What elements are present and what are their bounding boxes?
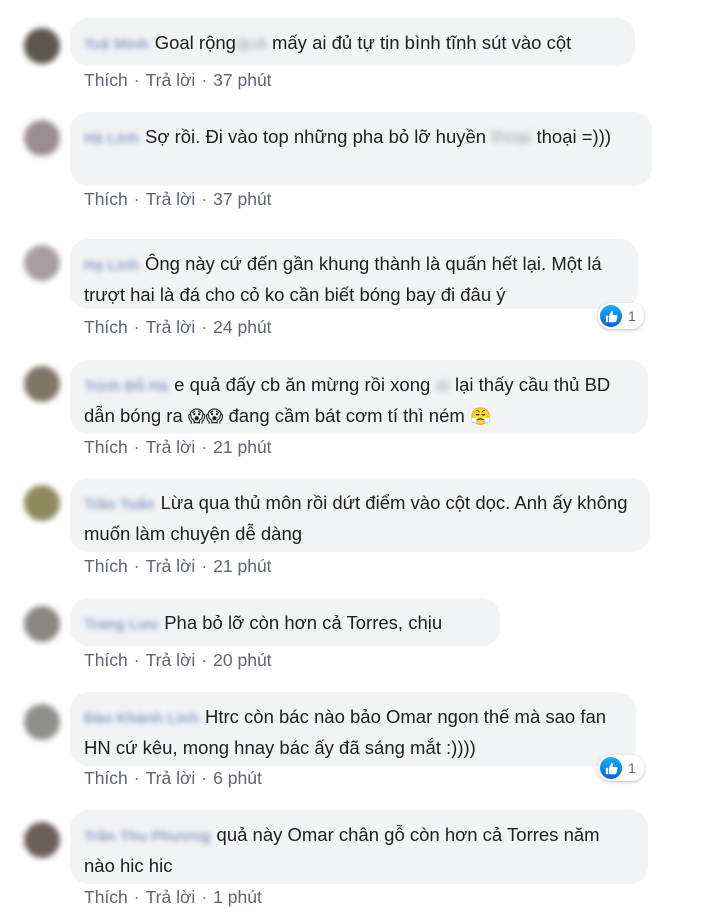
steam-face-emoji-icon: 😤: [469, 407, 492, 427]
separator: ·: [133, 437, 140, 457]
comment-bubble: Tuệ Minh Goal rộngquá mấy ai đủ tự tin bì…: [70, 18, 635, 66]
author-name[interactable]: Trịnh Đỗ Hà: [84, 372, 168, 401]
comment-text: Pha bỏ lỡ còn hơn cả Torres, chịu: [164, 612, 443, 633]
reply-link[interactable]: Trả lời: [146, 70, 196, 90]
author-name[interactable]: Hạ Linh: [84, 251, 139, 280]
comment-actions: Thích · Trả lời · 37 phút: [84, 70, 272, 91]
reply-link[interactable]: Trả lời: [146, 437, 196, 457]
separator: ·: [133, 70, 140, 90]
blurred-text: ai: [435, 374, 450, 395]
timestamp[interactable]: 37 phút: [213, 70, 271, 90]
like-link[interactable]: Thích: [84, 768, 128, 788]
comment-text: mấy ai đủ tự tin bình tĩnh sút vào cột: [266, 32, 572, 53]
comment-text: đang cầm bát cơm tí thì ném: [223, 405, 470, 426]
separator: ·: [133, 317, 140, 337]
reply-link[interactable]: Trả lời: [146, 556, 196, 576]
reply-link[interactable]: Trả lời: [146, 887, 196, 907]
like-link[interactable]: Thích: [84, 437, 128, 457]
avatar[interactable]: [24, 28, 60, 64]
comment-actions: Thích · Trả lời · 6 phút: [84, 768, 262, 789]
comment-text: Lừa qua thủ môn rồi dứt điểm vào cột dọc…: [84, 492, 628, 544]
avatar[interactable]: [24, 245, 60, 281]
comment-bubble: Trang Lưu Pha bỏ lỡ còn hơn cả Torres, ch…: [70, 598, 500, 646]
scream-emoji-icon: 😱😱: [187, 407, 224, 427]
separator: ·: [201, 887, 208, 907]
reaction-number: 1: [628, 308, 636, 324]
comment-text: thoại =))): [531, 126, 612, 147]
separator: ·: [201, 437, 208, 457]
author-name[interactable]: Trần Thu Phương: [84, 822, 211, 851]
avatar[interactable]: [24, 704, 60, 740]
author-name[interactable]: Trần Tuấn: [84, 490, 155, 519]
separator: ·: [133, 556, 140, 576]
timestamp[interactable]: 37 phút: [213, 189, 271, 209]
timestamp[interactable]: 20 phút: [213, 650, 271, 670]
separator: ·: [133, 887, 140, 907]
avatar[interactable]: [24, 120, 60, 156]
like-link[interactable]: Thích: [84, 650, 128, 670]
comment-actions: Thích · Trả lời · 21 phút: [84, 437, 272, 458]
reply-link[interactable]: Trả lời: [146, 768, 196, 788]
blurred-text: quá: [235, 32, 267, 53]
timestamp[interactable]: 21 phút: [213, 556, 271, 576]
timestamp[interactable]: 6 phút: [213, 768, 262, 788]
comment-actions: Thích · Trả lời · 1 phút: [84, 887, 262, 908]
avatar[interactable]: [24, 485, 60, 521]
reply-link[interactable]: Trả lời: [146, 317, 196, 337]
author-name[interactable]: Tuệ Minh: [84, 30, 149, 59]
timestamp[interactable]: 24 phút: [213, 317, 271, 337]
reaction-number: 1: [628, 760, 636, 776]
avatar[interactable]: [24, 822, 60, 858]
comment-text: Sợ rồi. Đi vào top những pha bỏ lỡ huyền: [145, 126, 487, 147]
separator: ·: [133, 650, 140, 670]
comment-bubble: Hà Linh Sợ rồi. Đi vào top những pha bỏ l…: [70, 112, 652, 186]
reaction-count[interactable]: 1: [598, 303, 644, 329]
comment-actions: Thích · Trả lời · 24 phút: [84, 317, 272, 338]
comment-text: Goal rộng: [154, 32, 236, 53]
separator: ·: [201, 317, 208, 337]
reply-link[interactable]: Trả lời: [146, 650, 196, 670]
comment-bubble: Trần Thu Phương quả này Omar chân gỗ còn …: [70, 810, 648, 884]
avatar[interactable]: [24, 606, 60, 642]
comment-actions: Thích · Trả lời · 21 phút: [84, 556, 272, 577]
like-link[interactable]: Thích: [84, 317, 128, 337]
like-thumb-icon: [600, 757, 622, 779]
like-link[interactable]: Thích: [84, 556, 128, 576]
comment-bubble: Trịnh Đỗ Hà e quả đấy cb ăn mừng rồi xong…: [70, 360, 648, 434]
timestamp[interactable]: 21 phút: [213, 437, 271, 457]
comment-actions: Thích · Trả lời · 37 phút: [84, 189, 272, 210]
separator: ·: [133, 189, 140, 209]
comment-text: e quả đấy cb ăn mừng rồi xong: [174, 374, 431, 395]
comment-actions: Thích · Trả lời · 20 phút: [84, 650, 272, 671]
like-link[interactable]: Thích: [84, 189, 128, 209]
comment-text: Ông này cứ đến gần khung thành là quấn h…: [84, 253, 602, 305]
separator: ·: [201, 189, 208, 209]
author-name[interactable]: Trang Lưu: [84, 610, 158, 639]
separator: ·: [133, 768, 140, 788]
comment-bubble: Trần Tuấn Lừa qua thủ môn rồi dứt điểm và…: [70, 478, 650, 552]
reaction-count[interactable]: 1: [598, 755, 644, 781]
separator: ·: [201, 768, 208, 788]
comment-bubble: Hạ Linh Ông này cứ đến gần khung thành là…: [70, 239, 638, 309]
like-link[interactable]: Thích: [84, 70, 128, 90]
like-thumb-icon: [600, 305, 622, 327]
like-link[interactable]: Thích: [84, 887, 128, 907]
avatar[interactable]: [24, 366, 60, 402]
separator: ·: [201, 70, 208, 90]
reply-link[interactable]: Trả lời: [146, 189, 196, 209]
separator: ·: [201, 556, 208, 576]
timestamp[interactable]: 1 phút: [213, 887, 262, 907]
author-name[interactable]: Hà Linh: [84, 124, 139, 153]
comment-bubble: Đào Khánh Linh Htrc còn bác nào bảo Omar …: [70, 692, 636, 766]
blurred-text: thoại: [491, 126, 532, 147]
author-name[interactable]: Đào Khánh Linh: [84, 704, 199, 733]
separator: ·: [201, 650, 208, 670]
